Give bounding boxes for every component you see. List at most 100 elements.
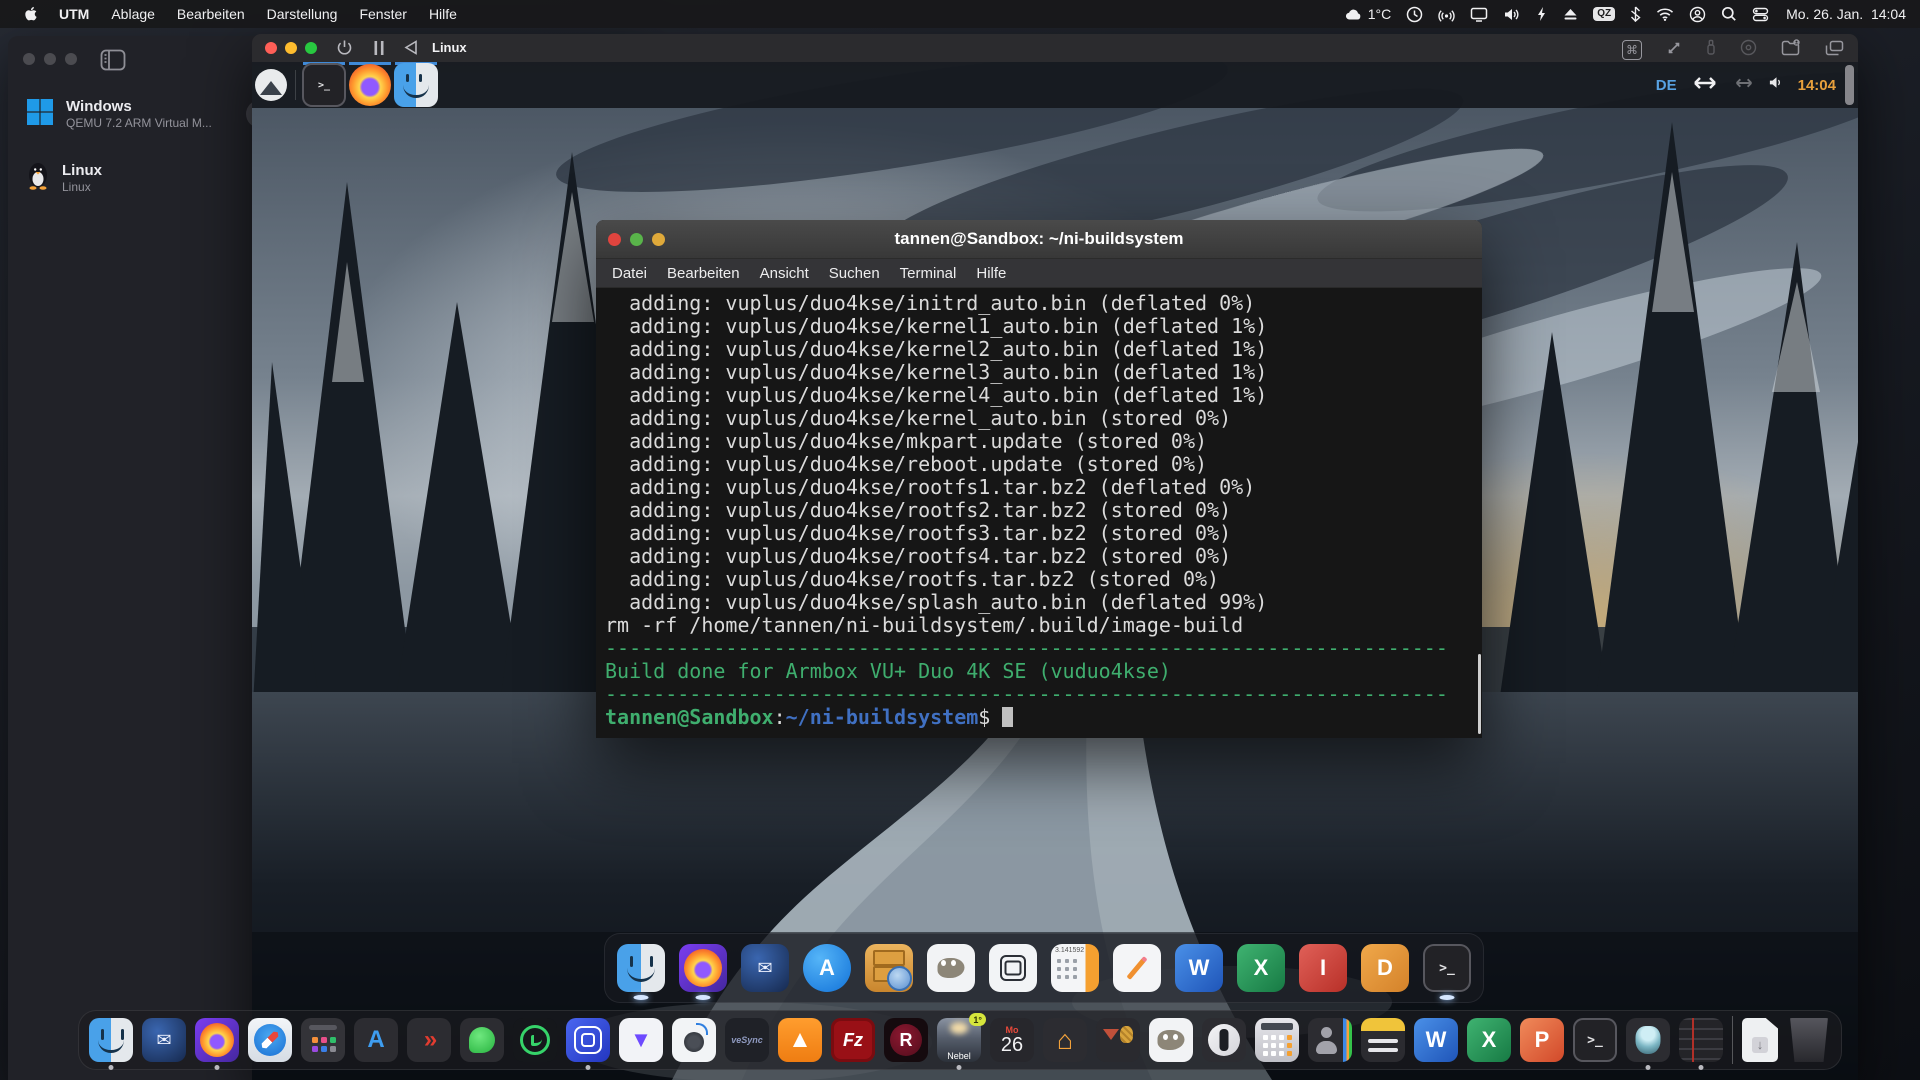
clock-status-icon[interactable] [1406,6,1423,23]
firefox-icon[interactable] [195,1018,239,1062]
sidebar-toggle-icon[interactable] [100,49,126,76]
minimize-button[interactable] [285,42,297,54]
panel-volume-icon[interactable] [1768,75,1785,95]
eject-icon[interactable] [1563,8,1578,21]
weather-app-icon[interactable]: Nebel 1° [937,1018,981,1062]
writer-icon[interactable]: W [1175,944,1223,992]
usb-icon[interactable] [1706,39,1716,61]
finder-icon[interactable] [89,1018,133,1062]
terminal-menu-item[interactable]: Bearbeiten [657,265,750,282]
gimp-icon[interactable] [1149,1018,1193,1062]
maximize-button[interactable] [630,233,643,246]
shared-folder-icon[interactable] [1781,39,1801,61]
word-icon[interactable]: W [1414,1018,1458,1062]
task-terminal-icon[interactable]: >_ [301,62,347,108]
close-button[interactable] [608,233,621,246]
task-firefox-icon[interactable] [347,62,393,108]
terminal-menu-item[interactable]: Ansicht [750,265,819,282]
launchpad-icon[interactable] [301,1018,345,1062]
displays-icon[interactable] [1825,40,1844,61]
text-editor-icon[interactable] [1113,944,1161,992]
trash-icon[interactable] [1787,1018,1831,1062]
minimize-button[interactable] [44,53,56,65]
account-icon[interactable] [1689,6,1706,23]
disconnect-icon[interactable] [403,40,419,60]
spreadsheet-icon[interactable]: X [1237,944,1285,992]
applications-menu-icon[interactable] [255,69,287,101]
home-app-icon[interactable]: ⌂ [1043,1018,1087,1062]
red-diamond-app-icon[interactable]: » [407,1018,451,1062]
powerpoint-icon[interactable]: P [1520,1018,1564,1062]
input-source-badge[interactable]: QZ [1593,7,1615,21]
task-file-manager-icon[interactable] [393,62,439,108]
firefox-icon[interactable] [679,944,727,992]
terminal-icon[interactable]: >_ [1423,944,1471,992]
terminal-titlebar[interactable]: tannen@Sandbox: ~/ni-buildsystem [596,220,1482,259]
zoom-button[interactable] [65,53,77,65]
keyboard-layout-indicator[interactable]: DE [1656,77,1677,94]
draw-icon[interactable]: D [1361,944,1409,992]
resize-guest-icon[interactable] [1690,75,1720,96]
vm-window-titlebar[interactable]: Linux ⌘ [252,34,1858,63]
terminal-scrollbar-thumb[interactable] [1478,654,1481,734]
vm-list-item-windows[interactable]: Windows QEMU 7.2 ARM Virtual M... [18,90,268,138]
lightning-icon[interactable] [1536,6,1548,22]
panel-clock[interactable]: 14:04 [1798,77,1836,94]
menubar-app-name[interactable]: UTM [48,6,100,22]
dock-separator[interactable] [1732,1016,1733,1064]
file-manager-icon[interactable] [617,944,665,992]
apple-icon[interactable] [14,6,48,23]
stickies-icon[interactable] [1361,1018,1405,1062]
thunderbird-icon[interactable]: ✉ [142,1018,186,1062]
weather-cloud-icon[interactable] [1345,7,1362,21]
excel-icon[interactable]: X [1467,1018,1511,1062]
zoom-button[interactable] [305,42,317,54]
terminal-menu-item[interactable]: Datei [602,265,657,282]
power-icon[interactable] [336,39,353,61]
menu-hilfe[interactable]: Hilfe [418,6,468,22]
screenshot-tool-icon[interactable] [989,944,1037,992]
menu-bearbeiten[interactable]: Bearbeiten [166,6,256,22]
gimp-icon[interactable] [927,944,975,992]
menubar-datetime[interactable]: Mo. 26. Jan. 14:04 [1786,6,1906,22]
app-store-icon[interactable]: A [803,944,851,992]
utm-icon[interactable] [1626,1018,1670,1062]
resize-icon[interactable] [1666,40,1682,61]
menu-ablage[interactable]: Ablage [100,6,166,22]
impress-icon[interactable]: I [1299,944,1347,992]
pause-icon[interactable] [373,41,385,60]
r-app-icon[interactable]: R [884,1018,928,1062]
messages-icon[interactable] [460,1018,504,1062]
resize-host-icon[interactable] [1733,76,1755,94]
vesync-icon[interactable]: veSync [725,1018,769,1062]
terminal-menu-item[interactable]: Suchen [819,265,890,282]
menu-fenster[interactable]: Fenster [348,6,417,22]
remote-app-icon[interactable] [1202,1018,1246,1062]
wifi-icon[interactable] [1656,8,1674,21]
close-button[interactable] [265,42,277,54]
control-center-icon[interactable] [1752,7,1769,22]
terminal-icon[interactable]: >_ [1573,1018,1617,1062]
search-icon[interactable] [1721,6,1737,22]
cd-drive-icon[interactable] [1740,39,1757,61]
safari-icon[interactable] [248,1018,292,1062]
temperature-readout[interactable]: 1°C [1368,6,1392,22]
calculator-icon[interactable] [1255,1018,1299,1062]
terminal-menu-item[interactable]: Terminal [890,265,967,282]
terminal-menu-item[interactable]: Hilfe [966,265,1016,282]
thunderbird-icon[interactable]: ✉ [741,944,789,992]
network-file-manager-icon[interactable] [865,944,913,992]
contacts-icon[interactable] [1308,1018,1352,1062]
app-store-icon[interactable]: A [354,1018,398,1062]
volume-icon[interactable] [1503,7,1521,22]
airplay-icon[interactable] [1438,7,1455,22]
command-key-icon[interactable]: ⌘ [1622,40,1642,60]
vm-list-item-linux[interactable]: Linux Linux [18,154,268,202]
proton-vpn-icon[interactable]: ▼ [619,1018,663,1062]
vm-scrollbar-thumb[interactable] [1845,65,1854,105]
filezilla-icon[interactable]: Fz [831,1018,875,1062]
bluetooth-icon[interactable] [1630,6,1641,22]
wifi-smart-plug-icon[interactable] [672,1018,716,1062]
display-icon[interactable] [1470,7,1488,22]
tiki-bar-app-icon[interactable] [1096,1018,1140,1062]
